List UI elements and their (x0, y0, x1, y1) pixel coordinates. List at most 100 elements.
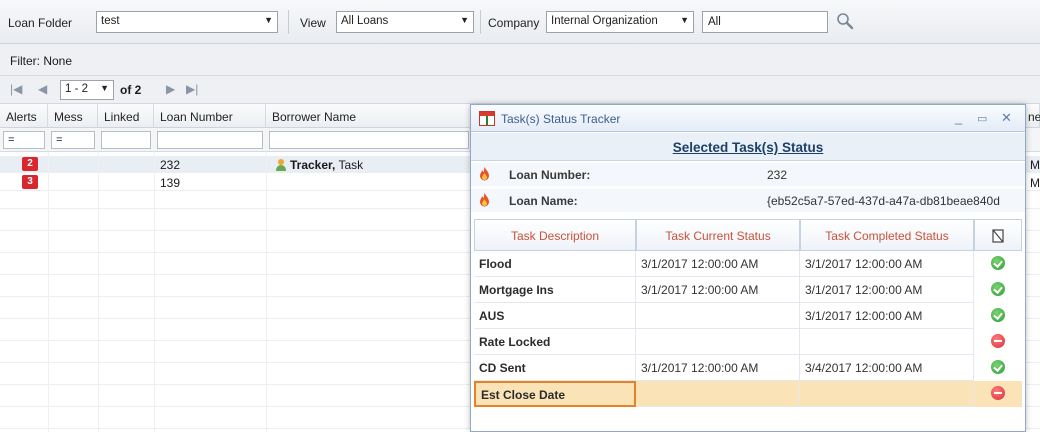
task-completed-status-cell[interactable]: 3/1/2017 12:00:00 AM (800, 277, 974, 303)
task-row[interactable]: AUS 3/1/2017 12:00:00 AM (474, 303, 1022, 329)
page-of-text: of 2 (120, 83, 142, 97)
column-line (48, 152, 49, 432)
borrower-icon (276, 159, 286, 171)
page-range-dropdown[interactable]: 1 - 2 ▼ (60, 80, 114, 100)
column-line (154, 152, 155, 432)
col-status-icon[interactable] (974, 219, 1022, 251)
filter-borrower-input[interactable] (269, 131, 469, 149)
filter-loan-number-input[interactable] (157, 131, 263, 149)
tracker-app-icon (479, 111, 495, 126)
task-completed-status-cell[interactable]: 3/1/2017 12:00:00 AM (800, 303, 974, 329)
loan-number-info: Loan Number: 232 (471, 163, 1025, 186)
company-dropdown[interactable]: Internal Organization ▼ (546, 11, 694, 33)
task-row[interactable]: Est Close Date (474, 381, 1022, 407)
task-description-cell[interactable]: Rate Locked (474, 329, 636, 355)
top-toolbar: Loan Folder test ▼ View All Loans ▼ Comp… (0, 0, 1040, 44)
pager-bar: |◀ ◀ 1 - 2 ▼ of 2 ▶ ▶| (0, 76, 1040, 104)
task-completed-status-cell[interactable]: 3/1/2017 12:00:00 AM (800, 251, 974, 277)
dialog-heading-text: Selected Task(s) Status (672, 140, 824, 155)
view-label: View (300, 16, 326, 30)
maximize-icon[interactable]: ▭ (977, 112, 987, 125)
chevron-down-icon: ▼ (460, 15, 469, 25)
check-icon (991, 308, 1005, 322)
task-description-cell[interactable]: AUS (474, 303, 636, 329)
task-table: Task Description Task Current Status Tas… (474, 219, 1022, 431)
first-page-icon[interactable]: |◀ (10, 82, 22, 96)
task-current-status-cell[interactable]: 3/1/2017 12:00:00 AM (636, 355, 800, 381)
blocked-icon (991, 386, 1005, 400)
loan-folder-value: test (101, 15, 120, 27)
prev-page-icon[interactable]: ◀ (38, 82, 47, 96)
clipped-cell: M (1030, 158, 1040, 172)
next-page-icon[interactable]: ▶ (166, 82, 175, 96)
search-value: All (708, 16, 721, 28)
task-status-tracker-dialog: Task(s) Status Tracker _ ▭ ✕ Selected Ta… (470, 104, 1026, 432)
page-icon (992, 229, 1004, 243)
page-range-value: 1 - 2 (65, 83, 89, 95)
clipped-cell: M (1030, 176, 1040, 190)
task-row[interactable]: Mortgage Ins 3/1/2017 12:00:00 AM 3/1/2017… (474, 277, 1022, 303)
col-alerts[interactable]: Alerts (0, 104, 48, 128)
minimize-icon[interactable]: _ (955, 110, 962, 125)
task-completed-status-cell[interactable]: 3/4/2017 12:00:00 AM (800, 355, 974, 381)
task-row[interactable]: CD Sent 3/1/2017 12:00:00 AM 3/4/2017 12:0… (474, 355, 1022, 381)
chevron-down-icon: ▼ (264, 15, 273, 25)
chevron-down-icon: ▼ (680, 15, 689, 25)
loan-number-cell: 232 (160, 158, 181, 172)
loan-name-value: {eb52c5a7-57ed-437d-a47a-db81beae840d (767, 194, 1000, 208)
filter-mess-input[interactable]: = (51, 131, 95, 149)
dialog-title: Task(s) Status Tracker (501, 112, 621, 126)
filter-bar: Filter: None (0, 44, 1040, 76)
loan-number-cell: 139 (160, 176, 181, 190)
task-description-cell[interactable]: Est Close Date (474, 381, 636, 407)
task-current-status-cell[interactable]: 3/1/2017 12:00:00 AM (636, 251, 800, 277)
check-icon (991, 282, 1005, 296)
task-completed-status-cell[interactable] (800, 381, 974, 407)
col-borrower-name[interactable]: Borrower Name (266, 104, 476, 128)
blocked-icon (991, 334, 1005, 348)
column-line (266, 152, 267, 432)
dialog-titlebar[interactable]: Task(s) Status Tracker _ ▭ ✕ (471, 105, 1025, 132)
filter-alerts-input[interactable]: = (3, 131, 45, 149)
task-current-status-cell[interactable] (636, 381, 800, 407)
alert-badge[interactable]: 3 (22, 175, 38, 189)
loan-folder-dropdown[interactable]: test ▼ (96, 11, 278, 33)
filter-linked-input[interactable] (101, 131, 151, 149)
check-icon (991, 256, 1005, 270)
col-clipped: ne (1026, 104, 1040, 128)
task-completed-status-cell[interactable] (800, 329, 974, 355)
loan-name-info: Loan Name: {eb52c5a7-57ed-437d-a47a-db81… (471, 189, 1025, 212)
divider (288, 10, 289, 34)
task-current-status-cell[interactable] (636, 303, 800, 329)
task-row[interactable]: Flood 3/1/2017 12:00:00 AM 3/1/2017 12:00:… (474, 251, 1022, 277)
task-description-cell[interactable]: Flood (474, 251, 636, 277)
company-value: Internal Organization (551, 15, 658, 27)
view-dropdown[interactable]: All Loans ▼ (336, 11, 474, 33)
company-search-input[interactable]: All (702, 11, 828, 33)
chevron-down-icon: ▼ (100, 83, 109, 93)
last-page-icon[interactable]: ▶| (186, 82, 198, 96)
task-description-cell[interactable]: Mortgage Ins (474, 277, 636, 303)
alert-badge[interactable]: 2 (22, 157, 38, 171)
task-current-status-cell[interactable]: 3/1/2017 12:00:00 AM (636, 277, 800, 303)
loan-folder-label: Loan Folder (8, 16, 73, 30)
search-icon[interactable] (836, 12, 854, 30)
col-mess[interactable]: Mess (48, 104, 98, 128)
loan-number-value: 232 (767, 168, 788, 182)
borrower-first-name: Task (338, 158, 364, 172)
task-description-cell[interactable]: CD Sent (474, 355, 636, 381)
company-label: Company (488, 16, 540, 30)
col-loan-number[interactable]: Loan Number (154, 104, 266, 128)
loan-name-label: Loan Name: (509, 194, 578, 208)
flame-icon (480, 193, 489, 207)
col-task-current-status[interactable]: Task Current Status (636, 219, 800, 251)
check-icon (991, 360, 1005, 374)
flame-icon (480, 167, 489, 181)
col-task-completed-status[interactable]: Task Completed Status (800, 219, 974, 251)
task-row[interactable]: Rate Locked (474, 329, 1022, 355)
close-icon[interactable]: ✕ (1001, 110, 1012, 126)
col-task-description[interactable]: Task Description (474, 219, 636, 251)
borrower-last-name: Tracker, (290, 158, 336, 172)
col-linked[interactable]: Linked (98, 104, 154, 128)
task-current-status-cell[interactable] (636, 329, 800, 355)
